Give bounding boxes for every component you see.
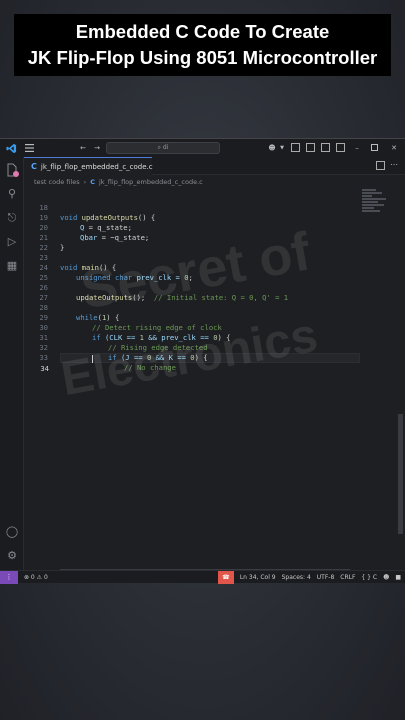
more-actions-icon[interactable]: ⋯ bbox=[390, 160, 398, 169]
code-line: 27 bbox=[24, 283, 364, 302]
indentation[interactable]: Spaces: 4 bbox=[282, 574, 311, 581]
notifications-icon[interactable]: ■ bbox=[395, 574, 401, 581]
code-line: 22 bbox=[24, 233, 364, 252]
copilot-status-icon[interactable]: ☻ bbox=[383, 574, 389, 581]
problems-count[interactable]: ⊗ 0 ⚠ 0 bbox=[24, 574, 48, 581]
copilot-icon[interactable]: ☻ bbox=[266, 142, 278, 154]
title-bar: ← → ⌕ di ☻ ▼ – ✕ bbox=[0, 139, 405, 157]
active-line-highlight[interactable]: 34 bbox=[40, 353, 360, 373]
back-arrow-icon[interactable]: ← bbox=[78, 142, 88, 154]
code-line: 32 if (J == 0 && K == 0) { bbox=[24, 333, 364, 362]
close-icon[interactable]: ✕ bbox=[389, 142, 399, 154]
line-number: 33 bbox=[39, 353, 48, 362]
unsaved-badge bbox=[13, 171, 19, 177]
layout-panel-icon[interactable] bbox=[306, 143, 315, 152]
cursor-position[interactable]: Ln 34, Col 9 bbox=[240, 574, 276, 581]
command-center-search[interactable]: ⌕ di bbox=[106, 142, 220, 154]
customize-layout-icon[interactable] bbox=[336, 143, 345, 152]
code-editor[interactable]: 18 void updateOutputs() { 19 Q = q_state… bbox=[24, 189, 364, 570]
explorer-icon[interactable] bbox=[5, 163, 19, 177]
maximize-icon[interactable] bbox=[371, 144, 378, 151]
c-file-icon: C bbox=[31, 162, 37, 171]
vscode-logo-icon bbox=[5, 142, 17, 154]
tab-jk-flip-flop[interactable]: C jk_flip_flop_embedded_c_code.c bbox=[24, 157, 153, 175]
code-line: 18 void updateOutputs() { bbox=[24, 193, 364, 222]
code-line: 28 while(1) { bbox=[24, 293, 364, 322]
alert-highlight: ☎ bbox=[217, 570, 234, 584]
layout-secondary-icon[interactable] bbox=[321, 143, 330, 152]
caption-line-1: Embedded C Code To Create bbox=[75, 21, 330, 42]
vscode-window: ← → ⌕ di ☻ ▼ – ✕ ⚲ ⎋ ▷ ▦ ◯ ⚙ C jk_flip_f… bbox=[0, 138, 405, 584]
menu-icon[interactable] bbox=[24, 142, 34, 154]
text-cursor bbox=[92, 355, 93, 363]
code-line: 31 // Rising edge detected bbox=[24, 323, 364, 352]
code-line: 20 Qbar = ~q_state; bbox=[24, 213, 364, 242]
search-icon[interactable]: ⚲ bbox=[5, 187, 19, 201]
code-line: 33 // No change bbox=[24, 343, 364, 372]
code-token: // No change bbox=[124, 363, 176, 372]
minimize-icon[interactable]: – bbox=[352, 142, 362, 154]
remote-indicator-icon[interactable]: ⋮ bbox=[0, 570, 18, 584]
code-line: 29 // Detect rising edge of clock bbox=[24, 303, 364, 332]
gear-icon[interactable]: ⚙ bbox=[5, 549, 19, 563]
chevron-down-icon[interactable]: ▼ bbox=[279, 142, 285, 154]
caption-line-2: JK Flip-Flop Using 8051 Microcontroller bbox=[27, 47, 378, 68]
search-label: ⌕ di bbox=[157, 144, 169, 151]
split-editor-icon[interactable] bbox=[376, 161, 385, 170]
encoding[interactable]: UTF-8 bbox=[317, 574, 335, 581]
editor-tab-bar: C jk_flip_flop_embedded_c_code.c ⋯ bbox=[24, 157, 405, 175]
source-control-icon[interactable]: ⎋ bbox=[5, 211, 19, 225]
vertical-scrollbar[interactable] bbox=[398, 414, 403, 534]
layout-sidebar-icon[interactable] bbox=[291, 143, 300, 152]
end-of-line[interactable]: CRLF bbox=[340, 574, 355, 581]
breadcrumb-separator-icon: › bbox=[83, 178, 87, 186]
code-line: 26 updateOutputs(); // Initial state: Q … bbox=[24, 273, 364, 302]
account-icon[interactable]: ◯ bbox=[5, 525, 19, 539]
tab-label: jk_flip_flop_embedded_c_code.c bbox=[40, 162, 153, 171]
minimap[interactable] bbox=[362, 189, 392, 249]
line-number: 34 bbox=[40, 364, 49, 373]
code-line: 19 Q = q_state; bbox=[24, 203, 364, 232]
breadcrumb-folder[interactable]: test code files bbox=[34, 178, 80, 186]
forward-arrow-icon[interactable]: → bbox=[92, 142, 102, 154]
video-caption: Embedded C Code To Create JK Flip-Flop U… bbox=[14, 14, 391, 76]
breadcrumb-file[interactable]: jk_flip_flop_embedded_c_code.c bbox=[99, 178, 203, 186]
status-bar: ⋮ ⊗ 0 ⚠ 0 ☎ Ln 34, Col 9 Spaces: 4 UTF-8… bbox=[0, 570, 405, 584]
run-debug-icon[interactable]: ▷ bbox=[5, 235, 19, 249]
activity-bar: ⚲ ⎋ ▷ ▦ ◯ ⚙ bbox=[0, 157, 24, 570]
code-line: 30 if (CLK == 1 && prev_clk == 0) { bbox=[24, 313, 364, 342]
code-line: 23 void main() { bbox=[24, 243, 364, 272]
bell-icon[interactable]: ☎ bbox=[222, 574, 229, 581]
c-file-icon: C bbox=[90, 178, 95, 186]
language-mode[interactable]: { } C bbox=[361, 574, 377, 581]
code-line: 24 unsigned char prev_clk = 0; bbox=[24, 253, 364, 282]
breadcrumb: test code files › C jk_flip_flop_embedde… bbox=[34, 177, 203, 187]
code-line: 21 } bbox=[24, 223, 364, 252]
extensions-icon[interactable]: ▦ bbox=[5, 259, 19, 273]
code-line: 25 bbox=[24, 263, 364, 282]
